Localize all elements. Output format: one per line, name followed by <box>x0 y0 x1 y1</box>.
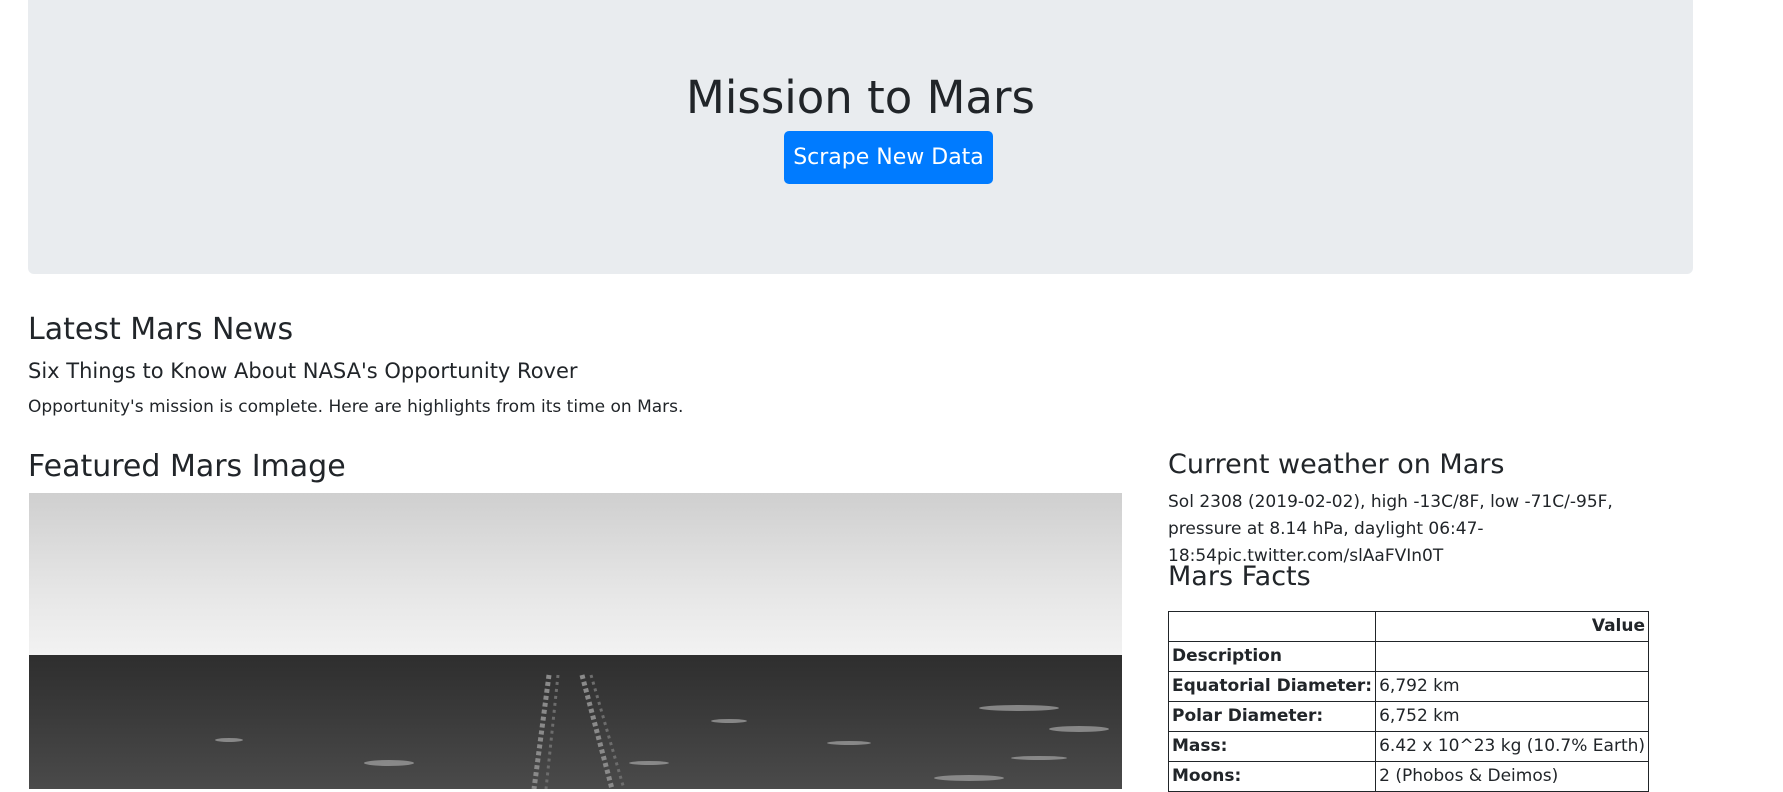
page-title: Mission to Mars <box>686 71 1035 124</box>
weather-heading: Current weather on Mars <box>1168 449 1505 480</box>
table-index-row: Description <box>1167 641 1650 672</box>
fact-label: Polar Diameter: <box>1167 701 1377 732</box>
table-row: Equatorial Diameter: 6,792 km <box>1167 671 1650 702</box>
fact-label: Mass: <box>1167 731 1377 762</box>
table-row: Polar Diameter: 6,752 km <box>1167 701 1650 732</box>
table-header-cell: Value <box>1375 611 1650 642</box>
jumbotron-header: Mission to Mars Scrape New Data <box>28 0 1693 274</box>
news-heading: Latest Mars News <box>28 312 294 347</box>
fact-value: 6,792 km <box>1375 671 1650 702</box>
fact-value: 6,752 km <box>1375 701 1650 732</box>
news-paragraph: Opportunity's mission is complete. Here … <box>28 397 684 417</box>
table-header-row: Value <box>1167 611 1650 642</box>
table-index-name: Description <box>1167 641 1377 672</box>
mars-facts-table: Value Description Equatorial Diameter: 6… <box>1167 611 1650 792</box>
fact-label: Equatorial Diameter: <box>1167 671 1377 702</box>
fact-value: 2 (Phobos & Deimos) <box>1375 761 1650 792</box>
mars-landscape-image <box>29 493 1122 789</box>
scrape-new-data-button[interactable]: Scrape New Data <box>784 131 993 184</box>
featured-mars-image <box>29 493 1122 789</box>
fact-value: 6.42 x 10^23 kg (10.7% Earth) <box>1375 731 1650 762</box>
table-row: Moons: 2 (Phobos & Deimos) <box>1167 761 1650 792</box>
news-title: Six Things to Know About NASA's Opportun… <box>28 359 578 383</box>
facts-heading: Mars Facts <box>1168 561 1311 592</box>
fact-label: Moons: <box>1167 761 1377 792</box>
featured-image-heading: Featured Mars Image <box>28 449 346 484</box>
table-row: Mass: 6.42 x 10^23 kg (10.7% Earth) <box>1167 731 1650 762</box>
table-header-cell <box>1167 611 1377 642</box>
table-cell-empty <box>1375 641 1650 672</box>
